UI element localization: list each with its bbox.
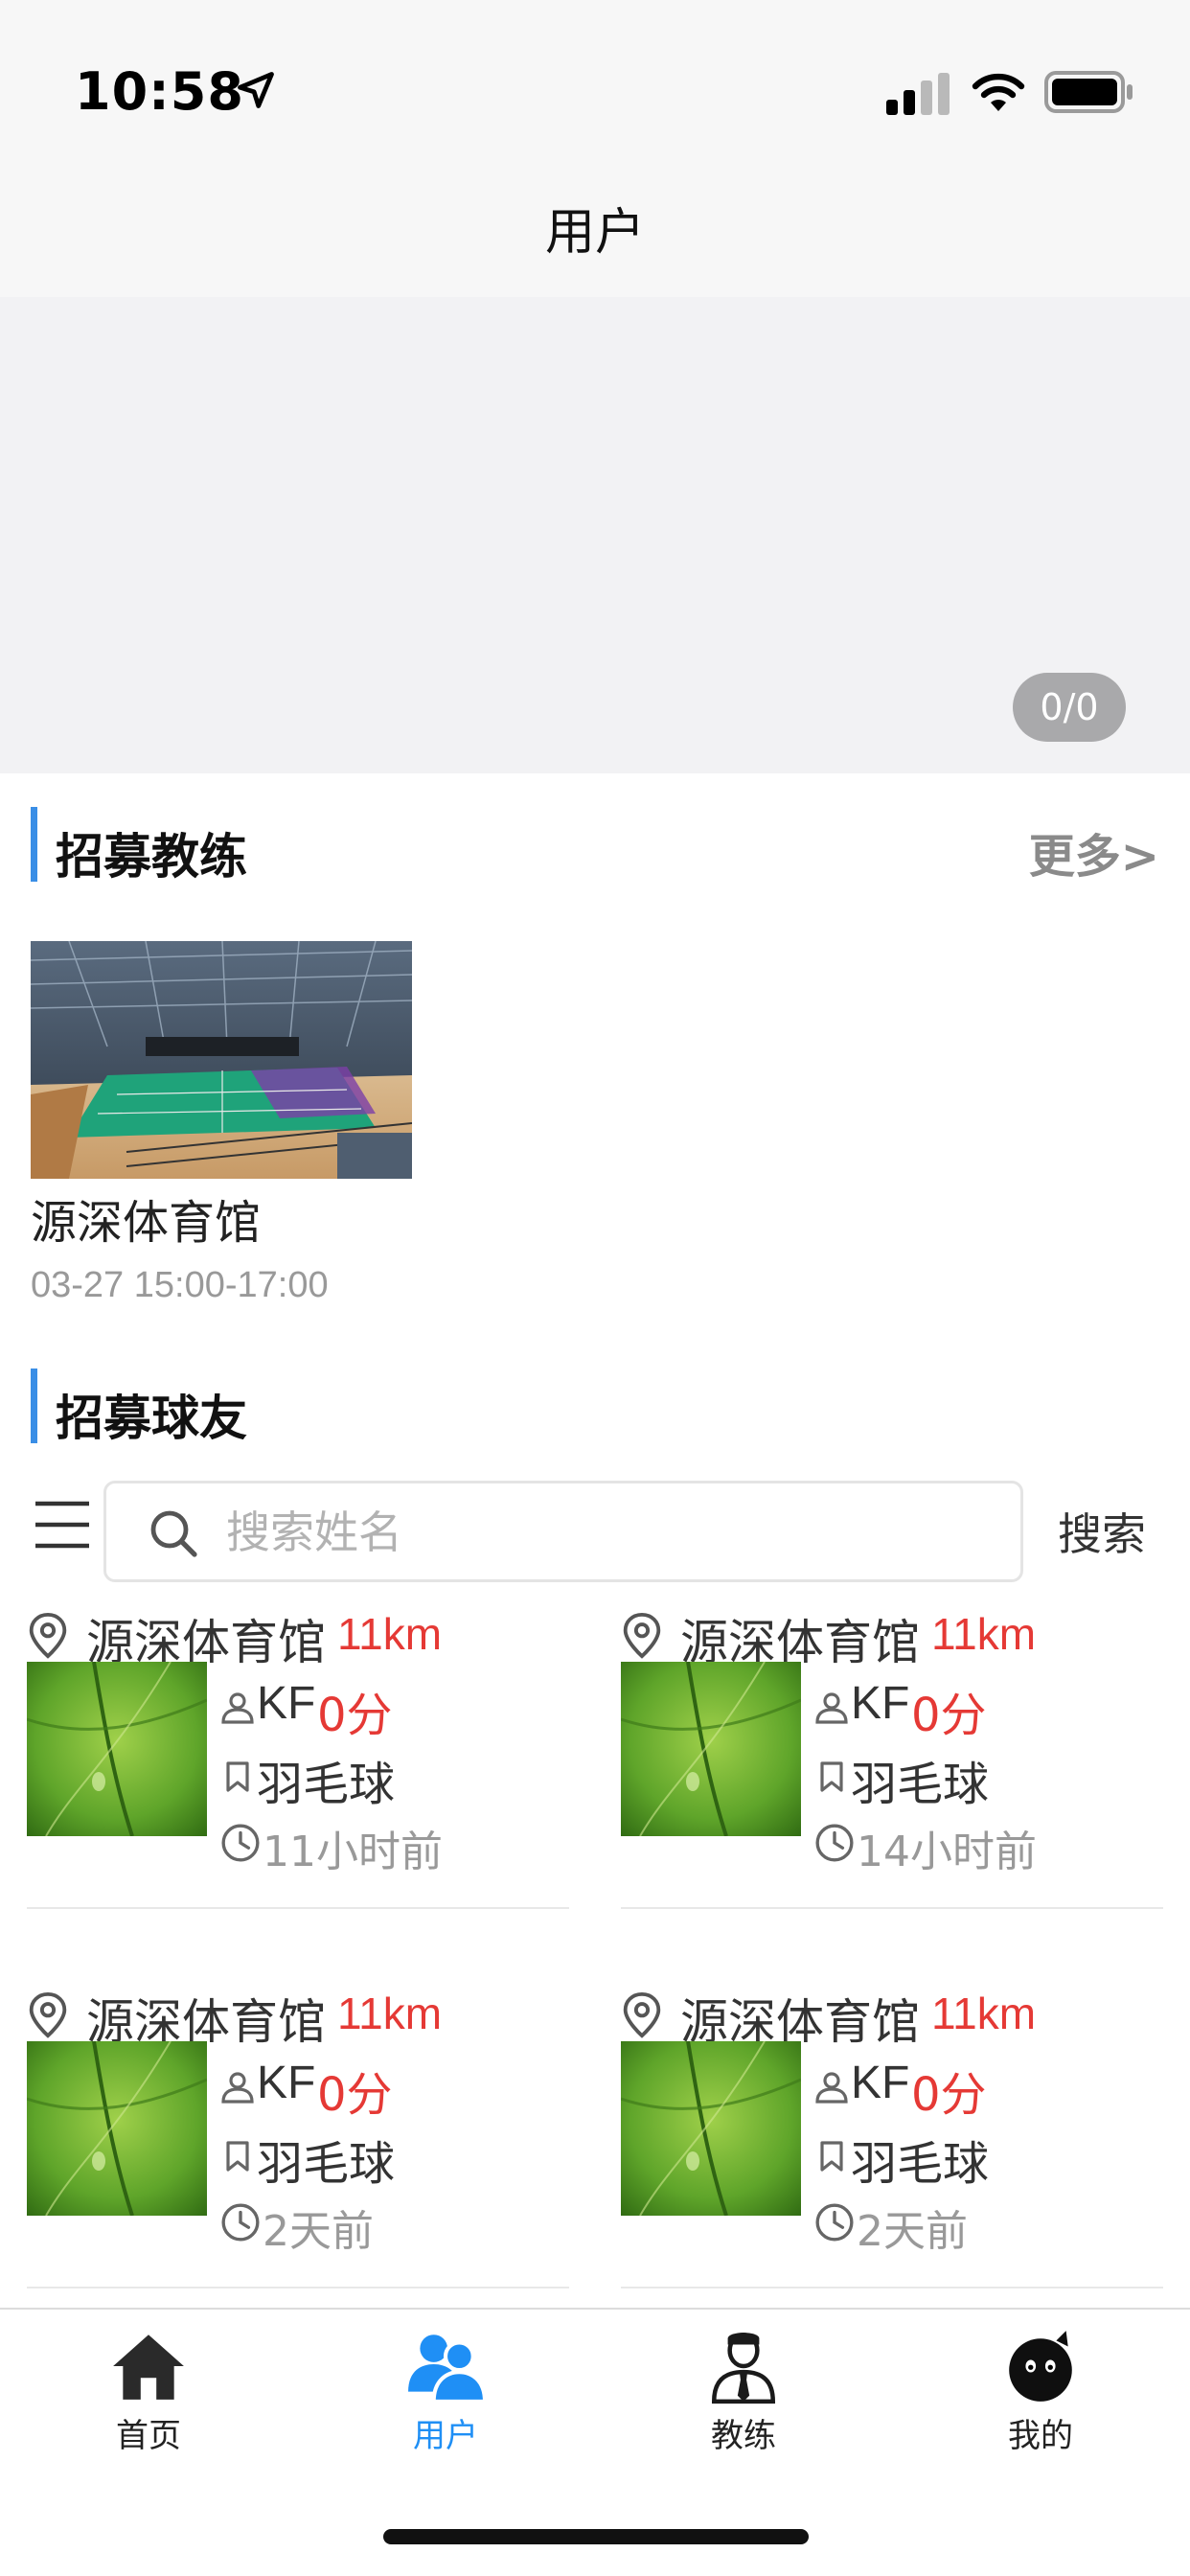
partner-user-name: KF — [851, 1678, 910, 1729]
more-coaches-link[interactable]: 更多> — [1029, 818, 1159, 886]
user-icon — [221, 1692, 254, 1724]
clock-icon — [815, 1824, 854, 1862]
tab-users[interactable]: 用户 — [350, 2327, 541, 2471]
coach-icon — [711, 2332, 776, 2404]
location-pin-icon — [29, 1612, 67, 1659]
partner-card[interactable]: 源深体育馆 11km KF 0分 羽毛球 2天前 — [621, 1982, 1167, 2336]
divider — [621, 1907, 1163, 1909]
partner-card[interactable]: 源深体育馆 11km KF 0分 羽毛球 14小时前 — [621, 1602, 1167, 1957]
profile-icon — [1009, 2331, 1072, 2402]
users-icon — [408, 2334, 485, 2404]
bookmark-icon — [820, 2141, 843, 2172]
stadium-photo — [31, 941, 412, 1179]
tab-label: 首页 — [116, 2417, 181, 2455]
clock-icon — [815, 2203, 854, 2242]
partner-sport: 羽毛球 — [257, 2137, 396, 2191]
partner-sport: 羽毛球 — [851, 2137, 990, 2191]
partner-distance: 11km — [337, 1609, 443, 1659]
tab-profile[interactable]: 我的 — [945, 2327, 1136, 2471]
location-pin-icon — [29, 1991, 67, 2038]
battery-icon — [1044, 71, 1133, 113]
leaf-photo — [621, 1662, 801, 1836]
divider — [27, 2287, 569, 2288]
search-input[interactable] — [226, 1503, 993, 1562]
clock-icon — [221, 2203, 260, 2242]
partner-posted-time: 2天前 — [857, 2207, 968, 2256]
page-title: 用户 — [544, 204, 645, 262]
partner-score: 0分 — [317, 2068, 393, 2122]
partner-score: 0分 — [317, 1689, 393, 1742]
section-accent-bar — [31, 807, 37, 882]
cellular-signal-icon — [886, 73, 950, 115]
leaf-photo — [27, 2041, 207, 2216]
status-time: 10:58 — [75, 61, 244, 122]
home-indicator — [383, 2529, 809, 2544]
partner-distance: 11km — [931, 1989, 1037, 2038]
partner-score: 0分 — [911, 1689, 987, 1742]
leaf-photo — [621, 2041, 801, 2216]
partner-section-header: 招募球友 — [31, 1368, 1159, 1446]
coach-section-title: 招募教练 — [56, 829, 247, 885]
bookmark-icon — [226, 1761, 249, 1792]
partner-distance: 11km — [931, 1609, 1037, 1659]
tab-label: 我的 — [1008, 2417, 1073, 2455]
partner-user-name: KF — [257, 1678, 316, 1729]
coach-card[interactable]: 源深体育馆 03-27 15:00-17:00 — [31, 941, 414, 1306]
partner-section-title: 招募球友 — [56, 1391, 247, 1446]
banner-carousel[interactable]: 0/0 — [0, 297, 1190, 773]
partner-user-name: KF — [257, 2058, 316, 2108]
user-icon — [815, 1692, 848, 1724]
banner-page-counter: 0/0 — [1013, 673, 1126, 742]
bookmark-icon — [226, 2141, 249, 2172]
tab-label: 教练 — [711, 2417, 776, 2455]
location-pin-icon — [623, 1612, 661, 1659]
partner-posted-time: 2天前 — [263, 2207, 374, 2256]
user-icon — [221, 2072, 254, 2104]
coach-section-header: 招募教练 更多> — [31, 807, 1159, 885]
bookmark-icon — [820, 1761, 843, 1792]
menu-icon[interactable] — [34, 1500, 91, 1550]
partner-score: 0分 — [911, 2068, 987, 2122]
partner-distance: 11km — [337, 1989, 443, 2038]
section-accent-bar — [31, 1368, 37, 1443]
partner-posted-time: 14小时前 — [857, 1828, 1037, 1876]
search-icon — [150, 1510, 197, 1557]
search-box — [103, 1481, 1023, 1582]
clock-icon — [221, 1824, 260, 1862]
tab-label: 用户 — [413, 2417, 478, 2455]
tab-coach[interactable]: 教练 — [648, 2327, 839, 2471]
status-bar: 10:58 — [0, 0, 1190, 182]
divider — [27, 1907, 569, 1909]
coach-venue-name: 源深体育馆 — [31, 1196, 262, 1250]
partner-sport: 羽毛球 — [851, 1758, 990, 1811]
partner-card[interactable]: 源深体育馆 11km KF 0分 羽毛球 11小时前 — [27, 1602, 573, 1957]
location-pin-icon — [623, 1991, 661, 2038]
wifi-icon — [972, 73, 1025, 111]
partner-posted-time: 11小时前 — [263, 1828, 443, 1876]
partner-card[interactable]: 源深体育馆 11km KF 0分 羽毛球 2天前 — [27, 1982, 573, 2336]
location-arrow-icon — [238, 72, 274, 108]
divider — [621, 2287, 1163, 2288]
tab-home[interactable]: 首页 — [53, 2327, 244, 2471]
user-icon — [815, 2072, 848, 2104]
home-icon — [113, 2334, 184, 2400]
partner-user-name: KF — [851, 2058, 910, 2108]
partner-sport: 羽毛球 — [257, 1758, 396, 1811]
search-button[interactable]: 搜索 — [1058, 1500, 1146, 1563]
coach-session-time: 03-27 15:00-17:00 — [31, 1265, 329, 1305]
leaf-photo — [27, 1662, 207, 1836]
